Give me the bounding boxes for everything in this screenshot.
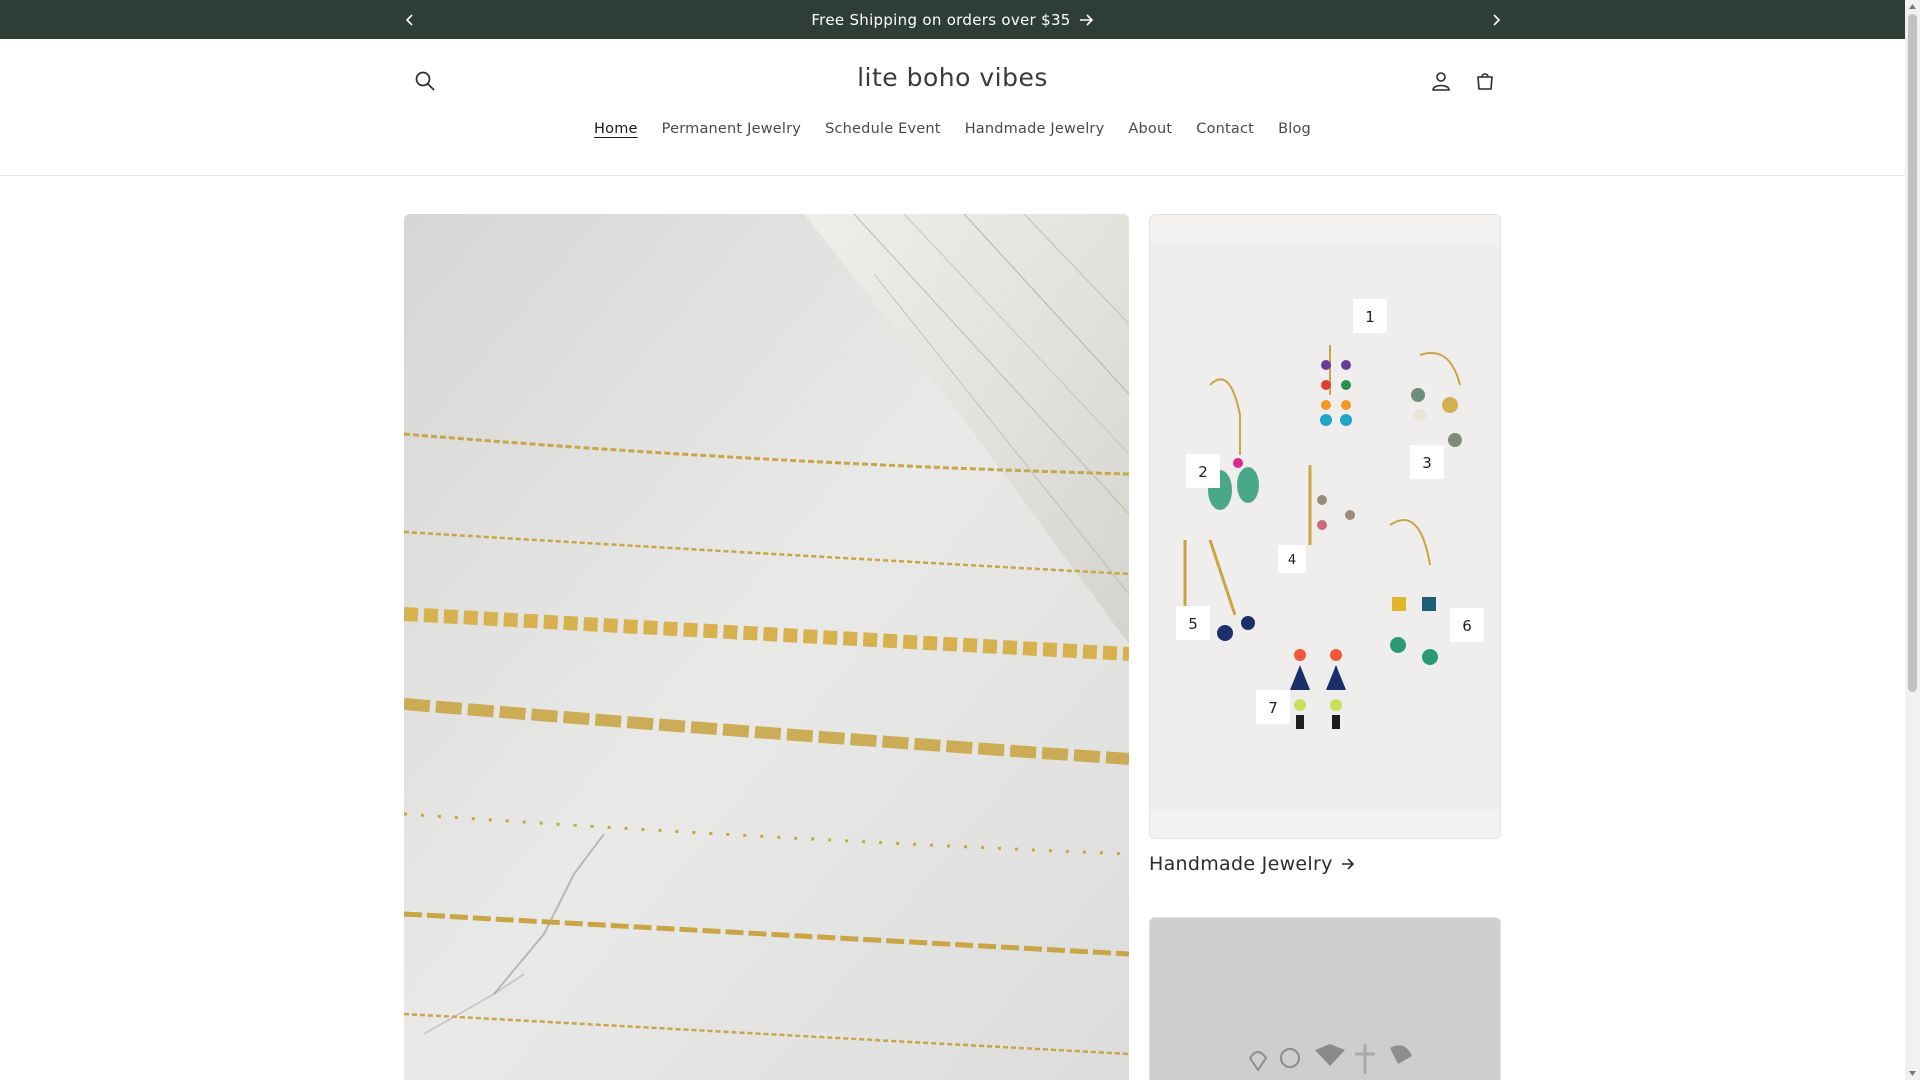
- collection-title-text: Handmade Jewelry: [1149, 853, 1333, 875]
- chevron-right-icon: [1493, 13, 1501, 26]
- gold-chains-image: [404, 214, 1129, 1080]
- site-logo[interactable]: lite boho vibes: [0, 63, 1905, 92]
- nav-item-contact[interactable]: Contact: [1184, 121, 1266, 137]
- site-header: lite boho vibes Home Permanent Jewelry S…: [0, 39, 1905, 176]
- account-button[interactable]: [1421, 61, 1461, 101]
- label-7: 7: [1268, 699, 1278, 717]
- scroll-up-icon[interactable]: [1908, 2, 1917, 11]
- label-4: 4: [1288, 553, 1296, 568]
- user-icon: [1432, 72, 1450, 91]
- nav-item-handmade-jewelry[interactable]: Handmade Jewelry: [953, 121, 1117, 137]
- announcement-text: Free Shipping on orders over $35: [811, 10, 1071, 29]
- nav-item-about[interactable]: About: [1116, 121, 1184, 137]
- nav-item-home[interactable]: Home: [582, 121, 650, 137]
- label-6: 6: [1462, 617, 1472, 635]
- main-nav: Home Permanent Jewelry Schedule Event Ha…: [0, 121, 1905, 137]
- arrow-right-icon: [1341, 858, 1354, 870]
- label-5: 5: [1188, 615, 1198, 633]
- label-1: 1: [1365, 308, 1375, 326]
- silver-charms-image: [1150, 918, 1500, 1080]
- hero-image[interactable]: [404, 214, 1129, 1080]
- label-2: 2: [1198, 463, 1208, 481]
- earrings-collage-image: 1 2 3 4 5 6 7: [1150, 215, 1500, 838]
- label-3: 3: [1422, 454, 1432, 472]
- collection-card-charms[interactable]: [1149, 917, 1501, 1080]
- scroll-down-icon[interactable]: [1908, 1069, 1917, 1078]
- collection-card-handmade-jewelry[interactable]: 1 2 3 4 5 6 7: [1149, 214, 1501, 839]
- scrollbar-thumb[interactable]: [1908, 14, 1917, 692]
- nav-item-schedule-event[interactable]: Schedule Event: [813, 121, 953, 137]
- cart-icon: [1477, 73, 1493, 90]
- collection-title-handmade-jewelry[interactable]: Handmade Jewelry: [1149, 853, 1355, 875]
- announcement-next-button[interactable]: [1481, 0, 1511, 39]
- page-scrollbar[interactable]: [1905, 0, 1920, 1080]
- announcement-message[interactable]: Free Shipping on orders over $35: [0, 0, 1905, 39]
- nav-item-blog[interactable]: Blog: [1266, 121, 1323, 137]
- announcement-bar: Free Shipping on orders over $35: [0, 0, 1905, 39]
- nav-item-permanent-jewelry[interactable]: Permanent Jewelry: [650, 121, 813, 137]
- cart-button[interactable]: [1465, 61, 1505, 101]
- arrow-right-icon: [1079, 13, 1093, 26]
